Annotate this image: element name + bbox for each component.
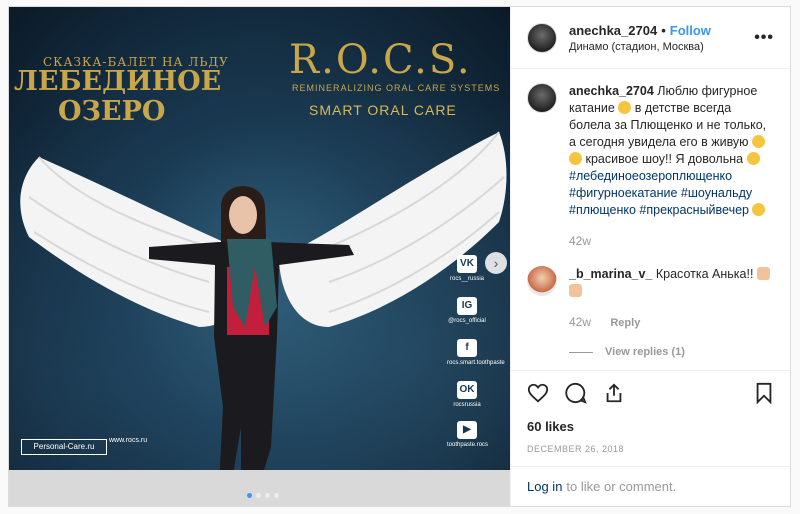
more-dots-icon[interactable]: •••	[754, 29, 774, 47]
chevron-right-icon: ›	[493, 255, 499, 271]
comments-section: anechka_2704 Люблю фигурное катание в де…	[511, 69, 790, 370]
comment-time[interactable]: 42w	[569, 315, 591, 329]
vk-social-item: VK rocs__russia	[447, 255, 487, 282]
login-prompt: Log in to like or comment.	[511, 466, 790, 506]
facebook-icon: f	[457, 339, 477, 357]
odnoklassniki-icon: OK	[457, 381, 477, 399]
thumbs-up-emoji-icon	[569, 284, 582, 297]
emoji-icon	[752, 203, 766, 216]
comment-icon[interactable]	[565, 382, 587, 404]
carousel-dot	[247, 493, 252, 498]
post-header: anechka_2704 • Follow Динамо (стадион, Мос…	[511, 7, 790, 69]
follow-button[interactable]: Follow	[670, 23, 711, 38]
youtube-icon: ▶	[457, 421, 477, 439]
carousel-next-button[interactable]: ›	[485, 252, 507, 274]
emoji-icon	[618, 101, 632, 114]
ok-social-item: OK rocsrussia	[447, 381, 487, 408]
bookmark-icon[interactable]	[754, 382, 774, 404]
instagram-icon: IG	[457, 297, 477, 315]
post-actions: 60 likes DECEMBER 26, 2018	[511, 370, 790, 466]
thumbs-up-emoji-icon	[756, 267, 770, 280]
carousel-dot	[265, 493, 270, 498]
caption-username[interactable]: anechka_2704	[569, 84, 654, 98]
likes-count[interactable]: 60 likes	[527, 419, 774, 434]
emoji-icon	[569, 152, 582, 165]
instagram-post: СКАЗКА-БАЛЕТ НА ЛЬДУ ЛЕБЕДИНОЕ ОЗЕРО R.O…	[8, 6, 791, 507]
comment-text: Красотка Анька!!	[655, 267, 754, 281]
post-side-panel: anechka_2704 • Follow Динамо (стадион, Мос…	[510, 7, 790, 506]
angel-wings-illustration	[9, 131, 510, 506]
post-photo[interactable]: СКАЗКА-БАЛЕТ НА ЛЬДУ ЛЕБЕДИНОЕ ОЗЕРО R.O…	[9, 7, 510, 506]
view-replies-button[interactable]: View replies (1)	[569, 344, 774, 361]
carousel-dot	[256, 493, 261, 498]
login-link[interactable]: Log in	[527, 479, 562, 494]
youtube-social-item: ▶ toothpaste.rocs	[447, 421, 488, 448]
comment-username[interactable]: _b_marina_v_	[569, 267, 652, 281]
post-date: DECEMBER 26, 2018	[527, 444, 625, 454]
caption-time[interactable]: 42w	[569, 233, 774, 250]
partner-logo: Personal-Care.ru	[21, 439, 107, 455]
author-username[interactable]: anechka_2704	[569, 23, 657, 38]
emoji-icon	[746, 152, 760, 165]
avatar[interactable]	[527, 22, 557, 53]
comment: _b_marina_v_ Красотка Анька!! 42w Reply	[527, 266, 774, 332]
caption: anechka_2704 Люблю фигурное катание в де…	[527, 83, 774, 250]
carousel-indicator	[247, 493, 279, 498]
carousel-dot	[274, 493, 279, 498]
facebook-social-item: f rocs.smart.toothpaste	[447, 339, 505, 366]
avatar[interactable]	[527, 83, 557, 113]
site-url: www.rocs.ru	[109, 437, 148, 444]
reply-button[interactable]: Reply	[610, 317, 640, 329]
heart-icon[interactable]	[527, 382, 549, 404]
avatar[interactable]	[527, 266, 557, 296]
location-link[interactable]: Динамо (стадион, Москва)	[569, 41, 711, 53]
vk-icon: VK	[457, 255, 477, 273]
share-icon[interactable]	[603, 382, 625, 404]
hashtags[interactable]: #лебединоеозероплющенко #фигурноекатание…	[569, 169, 752, 217]
emoji-icon	[752, 135, 766, 148]
instagram-social-item: IG @rocs_official	[447, 297, 487, 324]
